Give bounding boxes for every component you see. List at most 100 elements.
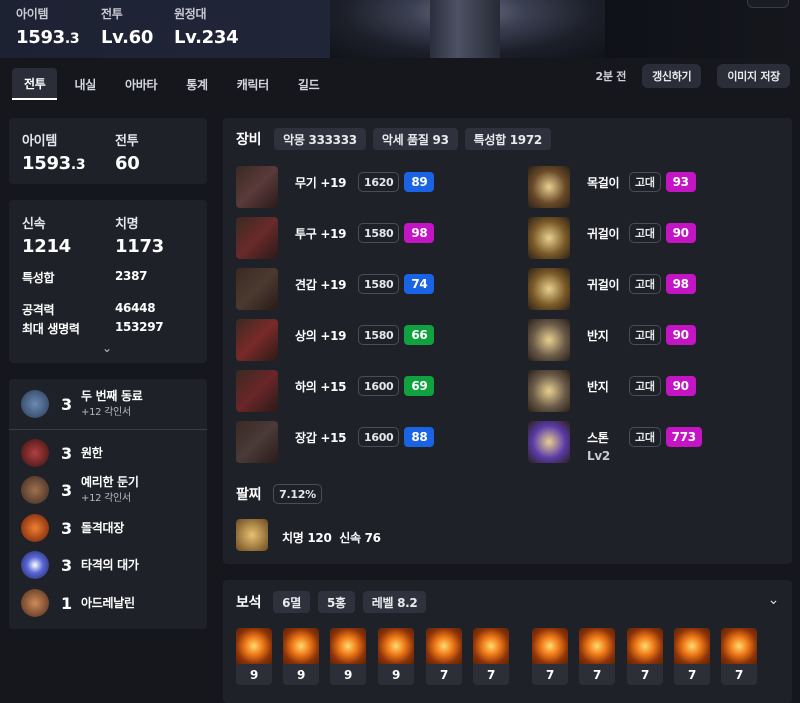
- tab-combat[interactable]: 전투: [12, 68, 58, 100]
- accessory-thumbnail: [528, 217, 570, 259]
- engraving-book: +12 각인서: [81, 493, 131, 504]
- quality-badge: 89: [404, 172, 435, 192]
- stone-level: Lv2: [587, 449, 610, 463]
- quality-badge: 98: [665, 274, 696, 294]
- summary-combat-label: 전투: [115, 134, 139, 149]
- tab-characters[interactable]: 캐릭터: [225, 68, 281, 100]
- engraving-icon: [21, 551, 49, 579]
- gem-slot[interactable]: 7: [627, 628, 663, 685]
- engraving-icon: [21, 439, 49, 467]
- item-level-decimal: .3: [64, 31, 80, 47]
- accessory-name: 반지: [587, 380, 609, 394]
- gem-count-chip: 5홍: [317, 591, 355, 613]
- gem-slot[interactable]: 9: [330, 628, 366, 685]
- refresh-button[interactable]: 갱신하기: [642, 64, 702, 88]
- gem-slot[interactable]: 7: [426, 628, 462, 685]
- header-item-level: 아이템 1593.3: [16, 5, 80, 48]
- swift-label: 신속: [22, 217, 46, 232]
- item-level: 1580: [358, 325, 400, 345]
- item-level: 1580: [358, 274, 400, 294]
- engraving-level: 3: [61, 394, 72, 414]
- gem-slot[interactable]: 7: [721, 628, 757, 685]
- equipment-name: 견갑 +19: [295, 278, 347, 292]
- equipment-slot[interactable]: 투구 +19 1580 98: [236, 217, 435, 259]
- engraving-row[interactable]: 3 예리한 둔기 +12 각인서: [21, 476, 139, 504]
- collapse-chevron-icon[interactable]: ⌄: [768, 592, 780, 608]
- equipment-name: 무기 +19: [295, 176, 347, 190]
- item-level-label: 아이템: [16, 7, 49, 21]
- bracelet-percent: 7.12%: [273, 484, 322, 504]
- accessory-quality-chip: 악세 품질 93: [372, 128, 458, 150]
- gem-level: 9: [391, 667, 401, 682]
- accessory-slot[interactable]: 반지 고대 90: [528, 319, 696, 361]
- engraving-level: 3: [61, 443, 72, 463]
- gem-icon: [627, 628, 663, 664]
- accessory-name: 귀걸이: [587, 278, 620, 292]
- tier-tag: 고대: [629, 325, 661, 345]
- accessory-slot[interactable]: 스톤 고대 773 Lv2: [528, 421, 702, 463]
- engraving-row[interactable]: 3 두 번째 동료 +12 각인서: [21, 390, 143, 418]
- engraving-row[interactable]: 1 아드레날린: [21, 589, 135, 617]
- quality-badge: 74: [404, 274, 435, 294]
- divider: [9, 429, 207, 430]
- equipment-slot[interactable]: 무기 +19 1620 89: [236, 166, 435, 208]
- engraving-row[interactable]: 3 돌격대장: [21, 514, 124, 542]
- quality-badge: 69: [404, 376, 435, 396]
- equipment-slot[interactable]: 하의 +15 1600 69: [236, 370, 435, 412]
- gem-level: 9: [296, 667, 306, 682]
- gem-icon: [579, 628, 615, 664]
- save-image-button[interactable]: 이미지 저장: [717, 64, 790, 88]
- banner-menu-button[interactable]: [747, 0, 789, 8]
- accessory-name: 목걸이: [587, 176, 620, 190]
- engraving-icon: [21, 476, 49, 504]
- gem-slot[interactable]: 7: [674, 628, 710, 685]
- summary-item-value: 1593: [22, 153, 71, 174]
- accessory-slot[interactable]: 귀걸이 고대 90: [528, 217, 696, 259]
- equipment-slot[interactable]: 상의 +19 1580 66: [236, 319, 435, 361]
- equipment-card: 장비 악몽 333333 악세 품질 93 특성합 1972 무기 +19 16…: [223, 118, 792, 564]
- accessory-slot[interactable]: 귀걸이 고대 98: [528, 268, 696, 310]
- engraving-row[interactable]: 3 타격의 대가: [21, 551, 139, 579]
- gem-slot[interactable]: 7: [532, 628, 568, 685]
- attack-label: 공격력: [22, 303, 55, 317]
- tier-tag: 고대: [629, 376, 661, 396]
- accessory-name: 귀걸이: [587, 227, 620, 241]
- crit-value: 1173: [115, 236, 164, 257]
- gem-level: 7: [734, 667, 744, 682]
- accessory-thumbnail: [528, 319, 570, 361]
- gem-slot[interactable]: 9: [283, 628, 319, 685]
- bracelet-icon[interactable]: [236, 519, 268, 551]
- quality-badge: 90: [665, 376, 696, 396]
- engraving-name: 타격의 대가: [81, 557, 139, 572]
- gem-slot[interactable]: 7: [473, 628, 509, 685]
- tab-stats[interactable]: 통계: [174, 68, 219, 100]
- tier-tag: 고대: [629, 427, 661, 447]
- accessory-slot[interactable]: 목걸이 고대 93: [528, 166, 696, 208]
- bracelet-title: 팔찌: [236, 487, 262, 503]
- accessory-thumbnail: [528, 166, 570, 208]
- engraving-level: 1: [61, 593, 72, 613]
- tab-guild[interactable]: 길드: [286, 68, 331, 100]
- item-level: 1620: [358, 172, 400, 192]
- combat-level-value: Lv.60: [101, 27, 154, 48]
- bracelet-effects: 치명 120 신속 76: [282, 531, 381, 545]
- equipment-slot[interactable]: 견갑 +19 1580 74: [236, 268, 435, 310]
- engraving-row[interactable]: 3 원한: [21, 439, 103, 467]
- tab-inner[interactable]: 내실: [62, 68, 107, 100]
- expand-chevron-icon[interactable]: ⌄: [102, 341, 112, 355]
- gem-slot[interactable]: 7: [579, 628, 615, 685]
- gem-icon: [330, 628, 366, 664]
- engraving-icon: [21, 589, 49, 617]
- tab-avatar[interactable]: 아바타: [113, 68, 169, 100]
- gem-slot[interactable]: 9: [378, 628, 414, 685]
- item-level: 1580: [358, 223, 400, 243]
- updated-time: 2분 전: [595, 70, 627, 83]
- gem-icon: [721, 628, 757, 664]
- gem-slot[interactable]: 9: [236, 628, 272, 685]
- tier-tag: 고대: [629, 223, 661, 243]
- swift-value: 1214: [22, 236, 71, 257]
- accessory-slot[interactable]: 반지 고대 90: [528, 370, 696, 412]
- gem-level: 7: [545, 667, 555, 682]
- gem-icon: [283, 628, 319, 664]
- equipment-slot[interactable]: 장갑 +15 1600 88: [236, 421, 435, 463]
